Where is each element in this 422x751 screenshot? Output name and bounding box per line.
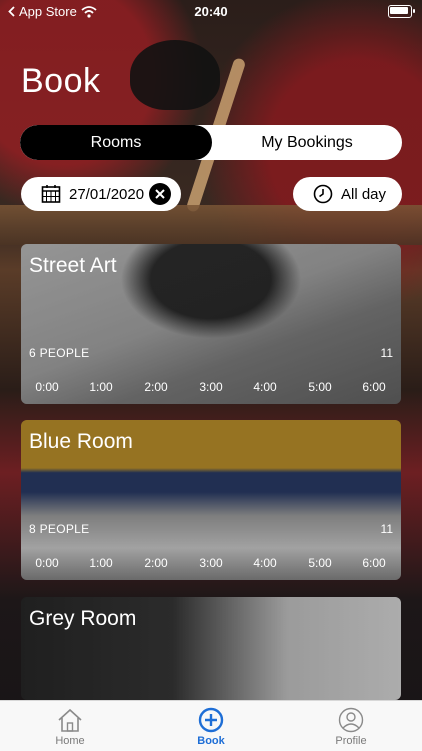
date-value: 27/01/2020 bbox=[69, 185, 145, 203]
time-label: 2:00 bbox=[144, 556, 168, 570]
home-icon bbox=[58, 708, 82, 732]
date-filter-button[interactable]: 27/01/2020 bbox=[21, 177, 181, 211]
time-filter-value: All day bbox=[341, 185, 387, 203]
time-label: 3:00 bbox=[199, 556, 223, 570]
time-label: 1:00 bbox=[89, 380, 113, 394]
tab-rooms[interactable]: Rooms bbox=[20, 125, 212, 160]
room-card-grey-room[interactable]: Grey Room bbox=[21, 597, 401, 700]
lamp-shade bbox=[130, 40, 220, 110]
tab-book[interactable]: Book bbox=[171, 707, 251, 747]
tab-home[interactable]: Home bbox=[30, 707, 110, 747]
time-filter-button[interactable]: All day bbox=[293, 177, 402, 211]
timeline: 0:00 1:00 2:00 3:00 4:00 5:00 6:00 bbox=[21, 380, 401, 394]
room-count: 11 bbox=[380, 346, 393, 360]
time-label: 4:00 bbox=[253, 556, 277, 570]
battery-icon bbox=[388, 5, 415, 18]
tab-home-label: Home bbox=[55, 735, 85, 747]
room-capacity: 8 PEOPLE bbox=[29, 522, 90, 536]
time-label: 0:00 bbox=[35, 556, 59, 570]
status-bar: App Store 20:40 bbox=[0, 0, 422, 22]
room-card-street-art[interactable]: Street Art 6 PEOPLE 11 0:00 1:00 2:00 3:… bbox=[21, 244, 401, 404]
tab-my-bookings[interactable]: My Bookings bbox=[212, 125, 402, 160]
close-icon bbox=[155, 189, 165, 199]
tab-book-label: Book bbox=[197, 735, 225, 747]
time-label: 5:00 bbox=[308, 380, 332, 394]
tab-profile[interactable]: Profile bbox=[311, 707, 391, 747]
time-label: 4:00 bbox=[253, 380, 277, 394]
time-label: 6:00 bbox=[362, 380, 386, 394]
room-card-blue-room[interactable]: Blue Room 8 PEOPLE 11 0:00 1:00 2:00 3:0… bbox=[21, 420, 401, 580]
time-label: 5:00 bbox=[308, 556, 332, 570]
clock-icon bbox=[313, 184, 333, 204]
segmented-control: Rooms My Bookings bbox=[20, 125, 402, 160]
time-label: 6:00 bbox=[362, 556, 386, 570]
tab-bar: Home Book Profile bbox=[0, 700, 422, 751]
status-time: 20:40 bbox=[194, 4, 228, 19]
time-label: 2:00 bbox=[144, 380, 168, 394]
table-surface bbox=[0, 205, 422, 245]
timeline: 0:00 1:00 2:00 3:00 4:00 5:00 6:00 bbox=[21, 556, 401, 570]
room-count: 11 bbox=[380, 522, 393, 536]
room-name: Grey Room bbox=[29, 607, 137, 630]
room-name: Blue Room bbox=[29, 430, 133, 453]
room-capacity: 6 PEOPLE bbox=[29, 346, 90, 360]
time-label: 3:00 bbox=[199, 380, 223, 394]
tab-profile-label: Profile bbox=[335, 735, 367, 747]
profile-icon bbox=[338, 707, 364, 733]
add-circle-icon bbox=[198, 707, 224, 733]
calendar-icon bbox=[41, 185, 61, 203]
room-name: Street Art bbox=[29, 254, 117, 277]
time-label: 0:00 bbox=[35, 380, 59, 394]
clear-date-button[interactable] bbox=[149, 183, 171, 205]
page-title: Book bbox=[21, 62, 101, 100]
time-label: 1:00 bbox=[89, 556, 113, 570]
